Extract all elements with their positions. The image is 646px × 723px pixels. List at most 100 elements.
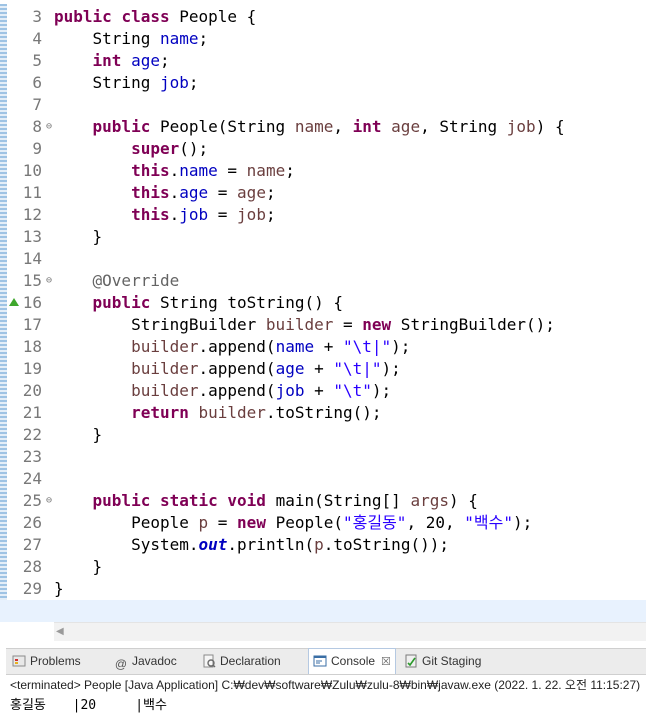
code-line[interactable] [54, 94, 646, 116]
code-line[interactable]: People p = new People("홍길동", 20, "백수"); [54, 512, 646, 534]
tab-console-label: Console [331, 654, 376, 668]
code-token: , 20, [406, 513, 465, 532]
code-token: } [54, 557, 103, 576]
code-token: name [294, 117, 334, 136]
line-number-text: 19 [22, 359, 42, 378]
line-number-text: 4 [32, 29, 42, 48]
code-token: People { [169, 7, 257, 26]
code-token: .append( [198, 359, 276, 378]
line-number: 19 [8, 358, 52, 380]
code-token: String [54, 73, 160, 92]
code-token: public [92, 117, 151, 136]
code-token: class [121, 7, 170, 26]
code-line[interactable]: super(); [54, 138, 646, 160]
code-token: ) { [448, 491, 478, 510]
code-token: name [275, 337, 315, 356]
code-line[interactable]: return builder.toString(); [54, 402, 646, 424]
line-number-text: 7 [32, 95, 42, 114]
code-token: = [333, 315, 363, 334]
code-token: = [208, 513, 238, 532]
code-line[interactable]: public People(String name, int age, Stri… [54, 116, 646, 138]
code-token: ; [188, 73, 199, 92]
close-icon[interactable]: ☒ [381, 656, 391, 668]
line-number-text: 24 [22, 469, 42, 488]
tab-problems-label: Problems [30, 654, 81, 668]
code-token: out [198, 535, 228, 554]
code-editor[interactable]: 3 4 5 6 7 8 ⊖ 9 10 11 12 13 14 15 ⊖ 16 17 18 19 20 21 22 23 24 2… [0, 0, 646, 622]
scroll-left-icon[interactable]: ◀ [56, 626, 64, 637]
code-token: ); [512, 513, 533, 532]
console-output[interactable]: 홍길동 |20 |백수 [10, 694, 167, 713]
fold-toggle-icon[interactable]: ⊖ [46, 490, 52, 512]
line-number-text: 23 [22, 447, 42, 466]
line-number-text: 29 [22, 579, 42, 598]
code-line[interactable]: this.name = name; [54, 160, 646, 182]
code-line[interactable]: this.job = job; [54, 204, 646, 226]
code-token: StringBuilder [54, 315, 266, 334]
code-token: p [314, 535, 324, 554]
fold-toggle-icon[interactable]: ⊖ [46, 116, 52, 138]
fold-toggle-icon[interactable]: ⊖ [46, 270, 52, 292]
code-area[interactable]: public class People { String name; int a… [0, 6, 646, 622]
line-number: 17 [8, 314, 52, 336]
horizontal-scrollbar[interactable]: ◀ [54, 622, 646, 641]
code-line[interactable]: } [54, 226, 646, 248]
line-number-gutter: 3 4 5 6 7 8 ⊖ 9 10 11 12 13 14 15 ⊖ 16 17 18 19 20 21 22 23 24 2… [8, 6, 52, 622]
code-token: + [304, 381, 334, 400]
code-line[interactable]: public class People { [54, 6, 646, 28]
code-token: ; [198, 29, 209, 48]
tab-problems[interactable]: Problems [12, 649, 81, 674]
code-line[interactable]: builder.append(job + "\t"); [54, 380, 646, 402]
code-line[interactable]: String job; [54, 72, 646, 94]
tab-javadoc[interactable]: @ Javadoc [114, 649, 177, 674]
line-number-text: 10 [22, 161, 42, 180]
code-line[interactable] [54, 468, 646, 490]
code-token: ; [265, 205, 276, 224]
code-line[interactable] [54, 248, 646, 270]
code-token: ; [285, 161, 295, 180]
line-number-text: 18 [22, 337, 42, 356]
code-token: builder [265, 315, 334, 334]
code-line[interactable]: String name; [54, 28, 646, 50]
code-line[interactable]: public static void main(String[] args) { [54, 490, 646, 512]
tab-console[interactable]: Console ☒ [308, 648, 396, 674]
code-line[interactable]: builder.append(age + "\t|"); [54, 358, 646, 380]
code-token: this [131, 161, 170, 180]
code-token: builder [131, 337, 199, 356]
line-number: 28 [8, 556, 52, 578]
line-number-text: 3 [32, 7, 42, 26]
code-line[interactable]: } [54, 556, 646, 578]
code-line[interactable] [54, 446, 646, 468]
tab-git-staging[interactable]: Git Staging [404, 649, 481, 674]
code-line[interactable]: StringBuilder builder = new StringBuilde… [54, 314, 646, 336]
code-token: ); [371, 381, 392, 400]
code-line[interactable]: int age; [54, 50, 646, 72]
code-token: ; [159, 51, 170, 70]
code-token: p [198, 513, 209, 532]
code-line[interactable]: System.out.println(p.toString()); [54, 534, 646, 556]
code-token: .append( [198, 381, 276, 400]
line-number-text: 20 [22, 381, 42, 400]
line-number-text: 17 [22, 315, 42, 334]
line-number-text: 9 [32, 139, 42, 158]
code-line[interactable]: this.age = age; [54, 182, 646, 204]
tab-git-staging-label: Git Staging [422, 654, 482, 668]
code-token: . [169, 205, 180, 224]
code-line[interactable]: } [54, 424, 646, 446]
code-line[interactable]: builder.append(name + "\t|"); [54, 336, 646, 358]
annotation-ruler [0, 4, 7, 600]
code-line[interactable]: @Override [54, 270, 646, 292]
code-line[interactable]: } [54, 578, 646, 600]
code-line-current[interactable] [0, 600, 646, 622]
code-token: new [362, 315, 392, 334]
code-token: } [54, 227, 103, 246]
code-line[interactable]: public String toString() { [54, 292, 646, 314]
tab-declaration[interactable]: Declaration [202, 649, 281, 674]
line-number: 4 [8, 28, 52, 50]
code-token: int [352, 117, 382, 136]
problems-icon [12, 655, 26, 667]
declaration-icon [203, 654, 216, 668]
